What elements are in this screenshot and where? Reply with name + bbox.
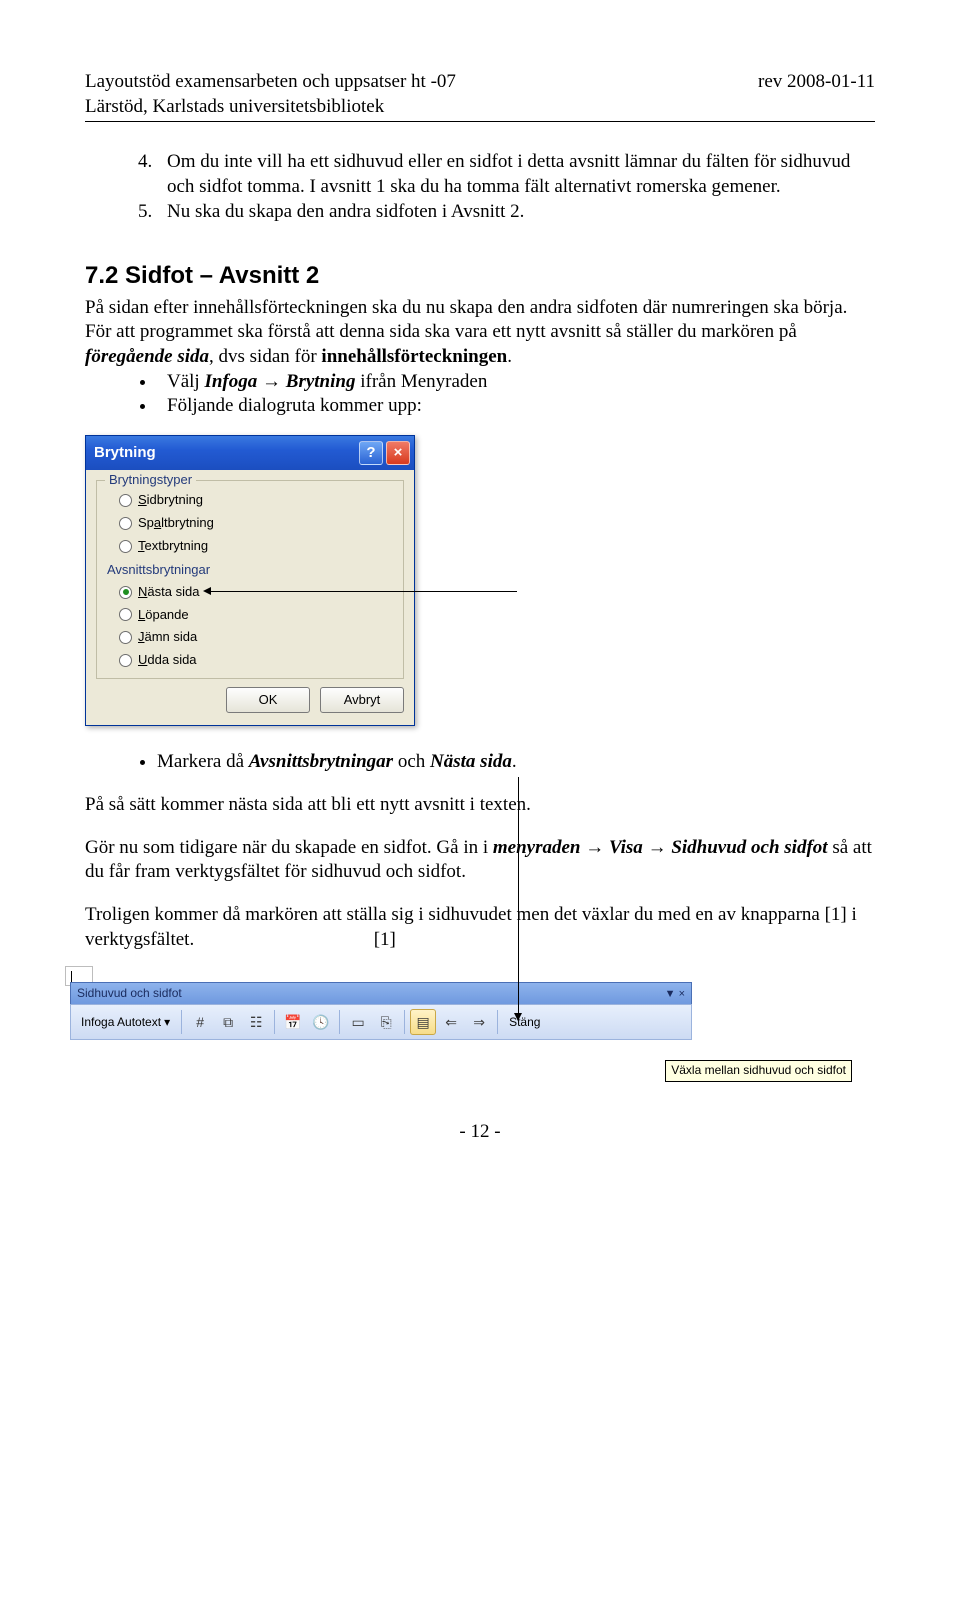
dropdown-icon[interactable]: ▼ ×	[665, 987, 685, 1001]
annotation-arrow	[207, 591, 517, 592]
arrow-icon: →	[648, 837, 667, 858]
same-as-previous-icon[interactable]: ⎘	[373, 1009, 399, 1035]
toolbar-titlebar[interactable]: Sidhuvud och sidfot ▼ ×	[70, 982, 692, 1004]
page-setup-icon[interactable]: ▭	[345, 1009, 371, 1035]
separator	[339, 1010, 340, 1034]
header-rule	[85, 121, 875, 122]
paragraph: På så sätt kommer nästa sida att bli ett…	[85, 793, 875, 818]
ref-marker: [1]	[374, 929, 396, 950]
list-item: Nu ska du skapa den andra sidfoten i Avs…	[157, 200, 875, 225]
format-page-icon[interactable]: ☷	[243, 1009, 269, 1035]
separator	[404, 1010, 405, 1034]
toggle-header-footer-icon[interactable]: ▤	[410, 1009, 436, 1035]
ok-button[interactable]: OK	[226, 687, 310, 713]
page-number: - 12 -	[85, 1120, 875, 1145]
radio-icon	[119, 631, 132, 644]
dialog-titlebar[interactable]: Brytning ? ×	[86, 436, 414, 470]
group1-legend: Brytningstyper	[105, 472, 196, 489]
brytning-dialog: Brytning ? × Brytningstyper Sidbrytning …	[85, 435, 415, 726]
separator	[497, 1010, 498, 1034]
radio-icon	[119, 654, 132, 667]
help-button[interactable]: ?	[359, 441, 383, 465]
list-item: Välj Infoga → Brytning ifrån Menyraden	[157, 370, 875, 395]
header-left: Layoutstöd examensarbeten och uppsatser …	[85, 70, 456, 95]
separator	[274, 1010, 275, 1034]
radio-icon-checked	[119, 586, 132, 599]
list-item: Följande dialogruta kommer upp:	[157, 394, 875, 419]
annotation-arrow	[518, 777, 519, 1017]
radio-icon	[119, 494, 132, 507]
page-number-icon[interactable]: #	[187, 1009, 213, 1035]
show-previous-icon[interactable]: ⇐	[438, 1009, 464, 1035]
header-right: rev 2008-01-11	[758, 70, 875, 95]
dialog-fieldset: Brytningstyper Sidbrytning Spaltbrytning…	[96, 480, 404, 679]
page-count-icon[interactable]: ⧉	[215, 1009, 241, 1035]
radio-udda-sida[interactable]: Udda sida	[107, 649, 393, 672]
paragraph: Gör nu som tidigare när du skapade en si…	[85, 836, 875, 885]
radio-sidbrytning[interactable]: Sidbrytning	[107, 489, 393, 512]
arrow-icon: →	[585, 837, 604, 858]
radio-nasta-sida[interactable]: Nästa sida	[107, 581, 393, 604]
dialog-title: Brytning	[94, 443, 356, 463]
toolbar-close-button[interactable]: Stäng	[503, 1013, 546, 1033]
paragraph-with-ref: Troligen kommer då markören att ställa s…	[85, 903, 875, 952]
list-item: Markera då Avsnittsbrytningar och Nästa …	[157, 750, 875, 775]
bullet-list-after-dialog: Markera då Avsnittsbrytningar och Nästa …	[85, 750, 875, 775]
list-item: Om du inte vill ha ett sidhuvud eller en…	[157, 150, 875, 199]
separator	[181, 1010, 182, 1034]
radio-lopande[interactable]: Löpande	[107, 604, 393, 627]
insert-autotext-dropdown[interactable]: Infoga Autotext ▾	[75, 1013, 176, 1033]
chevron-down-icon: ▾	[164, 1015, 170, 1031]
cancel-button[interactable]: Avbryt	[320, 687, 404, 713]
toolbar-body: Infoga Autotext ▾ # ⧉ ☷ 📅 🕓 ▭ ⎘ ▤ ⇐ ⇒	[70, 1004, 692, 1040]
section-paragraph: På sidan efter innehållsförteckningen sk…	[85, 296, 875, 370]
tooltip: Växla mellan sidhuvud och sidfot	[665, 1060, 852, 1082]
show-next-icon[interactable]: ⇒	[466, 1009, 492, 1035]
header-left-line2: Lärstöd, Karlstads universitetsbibliotek	[85, 95, 875, 120]
time-icon[interactable]: 🕓	[308, 1009, 334, 1035]
group2-legend: Avsnittsbrytningar	[107, 562, 393, 579]
radio-spaltbrytning[interactable]: Spaltbrytning	[107, 512, 393, 535]
toolbar-title: Sidhuvud och sidfot	[77, 986, 182, 1002]
numbered-list: Om du inte vill ha ett sidhuvud eller en…	[85, 150, 875, 224]
radio-jamn-sida[interactable]: Jämn sida	[107, 626, 393, 649]
radio-textbrytning[interactable]: Textbrytning	[107, 535, 393, 558]
bullet-list-before-dialog: Välj Infoga → Brytning ifrån Menyraden F…	[85, 370, 875, 419]
radio-icon	[119, 517, 132, 530]
close-button[interactable]: ×	[386, 441, 410, 465]
section-heading: 7.2 Sidfot – Avsnitt 2	[85, 260, 875, 291]
arrow-icon: →	[262, 371, 281, 392]
radio-icon	[119, 540, 132, 553]
radio-icon	[119, 608, 132, 621]
date-icon[interactable]: 📅	[280, 1009, 306, 1035]
